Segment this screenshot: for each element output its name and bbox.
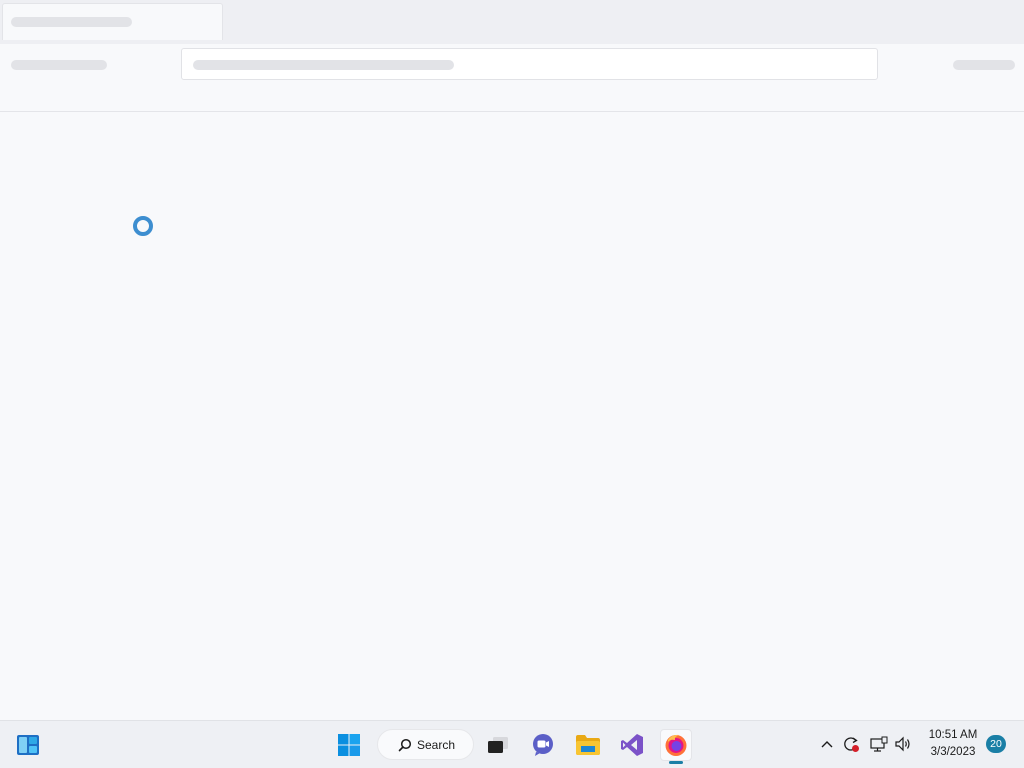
address-bar[interactable]	[181, 48, 878, 80]
address-placeholder	[193, 60, 454, 70]
search-label: Search	[417, 737, 456, 752]
clock-date: 3/3/2023	[930, 746, 976, 758]
active-app-indicator	[669, 761, 683, 764]
sync-alert-icon[interactable]	[841, 734, 861, 754]
page-content	[0, 112, 1024, 720]
task-view-icon[interactable]	[482, 729, 514, 761]
browser-tab[interactable]	[2, 3, 223, 40]
widgets-icon[interactable]	[12, 729, 44, 761]
start-icon[interactable]	[333, 729, 365, 761]
show-hidden-icons-icon[interactable]	[817, 734, 837, 754]
firefox-icon[interactable]	[660, 729, 692, 761]
volume-icon[interactable]	[893, 734, 913, 754]
notification-badge[interactable]: 20	[986, 735, 1006, 753]
search-icon	[398, 738, 412, 751]
teams-chat-icon[interactable]	[527, 729, 559, 761]
network-icon[interactable]	[869, 734, 889, 754]
toolbar-left-placeholder	[11, 60, 107, 70]
taskbar: Search 10:51 AM 3/3/2023 20	[0, 720, 1024, 768]
tab-title-placeholder	[11, 17, 132, 27]
loading-spinner-icon	[133, 216, 153, 236]
toolbar-right-placeholder	[953, 60, 1015, 70]
file-explorer-icon[interactable]	[572, 729, 604, 761]
search-box[interactable]: Search	[377, 729, 474, 760]
tab-strip	[0, 0, 1024, 44]
browser-toolbar	[0, 44, 1024, 112]
clock-time: 10:51 AM	[928, 729, 978, 741]
clock[interactable]: 10:51 AM 3/3/2023	[922, 727, 984, 761]
visual-studio-icon[interactable]	[616, 729, 648, 761]
